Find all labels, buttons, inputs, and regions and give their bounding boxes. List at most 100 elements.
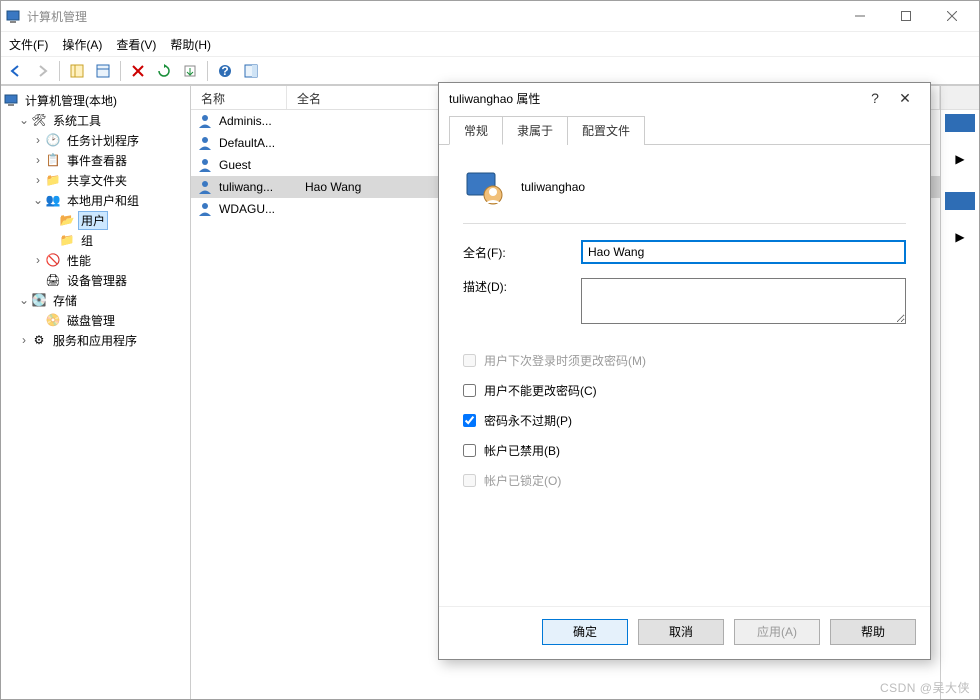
description-label: 描述(D): — [463, 278, 581, 295]
tree-system-tools[interactable]: ⌄🛠系统工具 — [3, 110, 188, 130]
cell-name: DefaultA... — [219, 136, 305, 150]
tree-event-viewer[interactable]: ›📋事件查看器 — [3, 150, 188, 170]
tools-icon: 🛠 — [31, 112, 47, 128]
cancel-button[interactable]: 取消 — [638, 619, 724, 645]
dialog-title: tuliwanghao 属性 — [449, 90, 860, 107]
user-icon — [197, 113, 213, 129]
tree-device-manager[interactable]: 🖨设备管理器 — [3, 270, 188, 290]
fullname-label: 全名(F): — [463, 244, 581, 261]
minimize-button[interactable] — [837, 1, 883, 31]
chk-password-never-expires[interactable]: 密码永不过期(P) — [463, 408, 906, 432]
export-list-button[interactable] — [179, 60, 201, 82]
app-icon — [5, 8, 21, 24]
collapse-icon[interactable]: ⌄ — [17, 113, 31, 127]
actions-arrow-icon[interactable]: ▶ — [951, 230, 969, 244]
dialog-titlebar: tuliwanghao 属性 ? ✕ — [439, 83, 930, 113]
dialog-body: tuliwanghao 全名(F): 描述(D): 用户下次登录时须更改密码(M… — [439, 145, 930, 606]
tree-task-scheduler[interactable]: ›🕑任务计划程序 — [3, 130, 188, 150]
apply-button[interactable]: 应用(A) — [734, 619, 820, 645]
folder-shared-icon: 📁 — [45, 172, 61, 188]
dialog-close-button[interactable]: ✕ — [890, 90, 920, 107]
toolbar: ? — [1, 57, 979, 85]
tree-performance[interactable]: ›🚫性能 — [3, 250, 188, 270]
svg-text:?: ? — [221, 64, 228, 78]
watermark: CSDN @吴大侠 — [880, 679, 970, 696]
tree-shared-folders[interactable]: ›📁共享文件夹 — [3, 170, 188, 190]
chk-cannot-change-password[interactable]: 用户不能更改密码(C) — [463, 378, 906, 402]
delete-button[interactable] — [127, 60, 149, 82]
forward-button[interactable] — [31, 60, 53, 82]
dialog-help-button[interactable]: ? — [860, 90, 890, 106]
chk-must-change-password-box — [463, 354, 476, 367]
users-icon: 👥 — [45, 192, 61, 208]
services-icon: ⚙ — [31, 332, 47, 348]
tree-local-users-groups[interactable]: ⌄👥本地用户和组 — [3, 190, 188, 210]
properties-toolbar-button[interactable] — [92, 60, 114, 82]
menu-help[interactable]: 帮助(H) — [170, 36, 211, 53]
perf-icon: 🚫 — [45, 252, 61, 268]
tree-root[interactable]: 计算机管理(本地) — [3, 90, 188, 110]
event-icon: 📋 — [45, 152, 61, 168]
help-toolbar-button[interactable]: ? — [214, 60, 236, 82]
chk-account-locked-box — [463, 474, 476, 487]
expand-icon[interactable]: › — [31, 133, 45, 147]
show-actions-button[interactable] — [240, 60, 262, 82]
clock-icon: 🕑 — [45, 132, 61, 148]
folder-icon: 📁 — [59, 232, 75, 248]
show-hide-tree-button[interactable] — [66, 60, 88, 82]
chk-account-disabled-box[interactable] — [463, 444, 476, 457]
tab-general[interactable]: 常规 — [449, 116, 503, 145]
device-icon: 🖨 — [45, 272, 61, 288]
fullname-input[interactable] — [581, 240, 906, 264]
window-title: 计算机管理 — [27, 8, 837, 25]
chk-account-disabled[interactable]: 帐户已禁用(B) — [463, 438, 906, 462]
expand-icon[interactable]: › — [17, 333, 31, 347]
back-button[interactable] — [5, 60, 27, 82]
tree-users-folder[interactable]: 📂用户 — [3, 210, 188, 230]
collapse-icon[interactable]: ⌄ — [17, 293, 31, 307]
close-button[interactable] — [929, 1, 975, 31]
tab-profile[interactable]: 配置文件 — [567, 116, 645, 145]
dialog-username: tuliwanghao — [521, 180, 585, 194]
refresh-button[interactable] — [153, 60, 175, 82]
computer-icon — [3, 92, 19, 108]
chk-account-locked: 帐户已锁定(O) — [463, 468, 906, 492]
actions-pane: ▶ ▶ — [941, 86, 979, 699]
chk-must-change-password: 用户下次登录时须更改密码(M) — [463, 348, 906, 372]
disk-icon: 📀 — [45, 312, 61, 328]
tree-storage[interactable]: ⌄💽存储 — [3, 290, 188, 310]
dialog-buttons: 确定 取消 应用(A) 帮助 — [439, 606, 930, 659]
tree-groups-folder[interactable]: 📁组 — [3, 230, 188, 250]
help-button[interactable]: 帮助 — [830, 619, 916, 645]
ok-button[interactable]: 确定 — [542, 619, 628, 645]
user-icon — [197, 179, 213, 195]
storage-icon: 💽 — [31, 292, 47, 308]
cell-name: tuliwang... — [219, 180, 305, 194]
collapse-icon[interactable]: ⌄ — [31, 193, 45, 207]
tab-memberof[interactable]: 隶属于 — [502, 116, 568, 145]
chk-password-never-expires-box[interactable] — [463, 414, 476, 427]
window-controls — [837, 1, 975, 31]
actions-header-bar — [945, 192, 975, 210]
navigation-tree[interactable]: 计算机管理(本地) ⌄🛠系统工具 ›🕑任务计划程序 ›📋事件查看器 ›📁共享文件… — [1, 86, 191, 699]
col-name[interactable]: 名称 — [191, 86, 287, 109]
folder-icon: 📂 — [59, 212, 75, 228]
user-properties-dialog: tuliwanghao 属性 ? ✕ 常规 隶属于 配置文件 tuliwangh… — [438, 82, 931, 660]
expand-icon[interactable]: › — [31, 173, 45, 187]
cell-name: WDAGU... — [219, 202, 305, 216]
menubar: 文件(F) 操作(A) 查看(V) 帮助(H) — [1, 31, 979, 57]
expand-icon[interactable]: › — [31, 153, 45, 167]
menu-file[interactable]: 文件(F) — [9, 36, 48, 53]
user-icon — [197, 157, 213, 173]
maximize-button[interactable] — [883, 1, 929, 31]
menu-view[interactable]: 查看(V) — [116, 36, 156, 53]
tree-services-apps[interactable]: ›⚙服务和应用程序 — [3, 330, 188, 350]
dialog-tabs: 常规 隶属于 配置文件 — [439, 115, 930, 145]
description-input[interactable] — [581, 278, 906, 324]
chk-cannot-change-password-box[interactable] — [463, 384, 476, 397]
user-icon — [197, 135, 213, 151]
menu-action[interactable]: 操作(A) — [62, 36, 102, 53]
expand-icon[interactable]: › — [31, 253, 45, 267]
tree-disk-management[interactable]: 📀磁盘管理 — [3, 310, 188, 330]
actions-arrow-icon[interactable]: ▶ — [951, 152, 969, 166]
